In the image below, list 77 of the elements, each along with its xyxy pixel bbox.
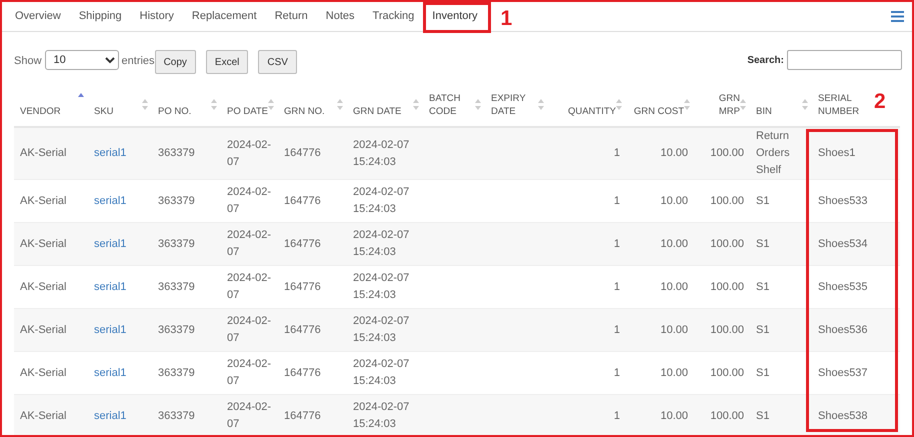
table-cell: AK-Serial [14,394,88,435]
table-cell: 1 [548,308,626,352]
sort-icon[interactable] [142,99,148,110]
table-cell: 2024-02-07 15:24:03 [347,127,423,180]
annotation-box [423,2,491,33]
table-cell: 164776 [278,222,347,266]
table-cell: 363379 [152,394,221,435]
table-cell: 363379 [152,308,221,352]
table-cell: 10.00 [626,222,694,266]
sku-link[interactable]: serial1 [94,366,126,379]
table-cell: 164776 [278,394,347,435]
sku-link[interactable]: serial1 [94,147,126,160]
table-cell: 2024-02-07 [221,127,278,180]
sort-icon[interactable] [740,99,746,110]
table-cell: 2024-02-07 15:24:03 [347,308,423,352]
sort-icon[interactable] [616,99,622,110]
tab[interactable]: Tracking [364,2,424,32]
tab[interactable]: Notes [316,2,364,32]
table-cell: AK-Serial [14,308,88,352]
table-cell: 164776 [278,127,347,180]
sku-link[interactable]: serial1 [94,194,126,207]
export-button[interactable]: CSV [258,50,297,74]
sku-link[interactable]: serial1 [94,410,126,422]
table-cell: 164776 [278,308,347,352]
table-cell: 1 [548,394,626,435]
annotation-number: 1 [500,8,512,29]
search-field[interactable] [787,50,902,70]
table-cell: 100.00 [694,222,750,266]
table-cell: S1 [750,222,812,266]
table-cell: 2024-02-07 15:24:03 [347,394,423,435]
sort-icon[interactable] [684,99,690,110]
sort-icon[interactable] [413,99,419,110]
sort-icon[interactable] [475,99,481,110]
table-cell: 100.00 [694,394,750,435]
export-button[interactable]: Excel [206,50,248,74]
export-button[interactable]: Copy [154,50,196,74]
table-cell: 2024-02-07 15:24:03 [347,222,423,266]
tab[interactable]: Inventory [423,2,487,32]
page-size-select[interactable]: 10 [44,50,119,70]
table-cell: 10.00 [626,127,694,180]
table-cell: Return Orders Shelf [750,127,812,180]
table-cell: 100.00 [694,127,750,180]
table-cell: S1 [750,308,812,352]
sort-icon[interactable] [337,99,343,110]
table-cell: 100.00 [694,308,750,352]
entries-label: entries [122,54,155,69]
tab[interactable]: Overview [6,2,70,32]
sort-icon[interactable] [268,99,274,110]
tab[interactable]: Replacement [182,2,266,32]
table-cell: Shoes534 [812,222,900,266]
table-cell: AK-Serial [14,127,88,180]
sku-link[interactable]: serial1 [94,238,126,250]
table-cell: 1 [548,222,626,266]
table-cell: 363379 [152,222,221,266]
sort-icon[interactable] [538,99,544,110]
sort-icon[interactable] [211,99,217,110]
table-cell: Shoes538 [812,394,900,435]
sku-link[interactable]: serial1 [94,324,126,336]
table-cell: 2024-02-07 [221,394,278,435]
sort-icon[interactable] [802,99,808,110]
table-cell: 2024-02-07 [221,222,278,266]
table-cell: 1 [548,127,626,180]
sku-link[interactable]: serial1 [94,280,126,293]
table-cell: Shoes536 [812,308,900,352]
tab[interactable]: Return [266,2,317,32]
table-cell: 363379 [152,127,221,180]
annotation-number: 2 [874,91,886,112]
tab[interactable]: Shipping [70,2,131,32]
table-cell: 10.00 [626,394,694,435]
table-cell: S1 [750,394,812,435]
table-cell: 10.00 [626,308,694,352]
table-cell: 2024-02-07 [221,308,278,352]
tab[interactable]: History [130,2,183,32]
search-label: Search: [747,54,784,68]
show-label: Show [14,54,42,69]
table-cell: AK-Serial [14,222,88,266]
menu-icon[interactable] [891,11,904,22]
